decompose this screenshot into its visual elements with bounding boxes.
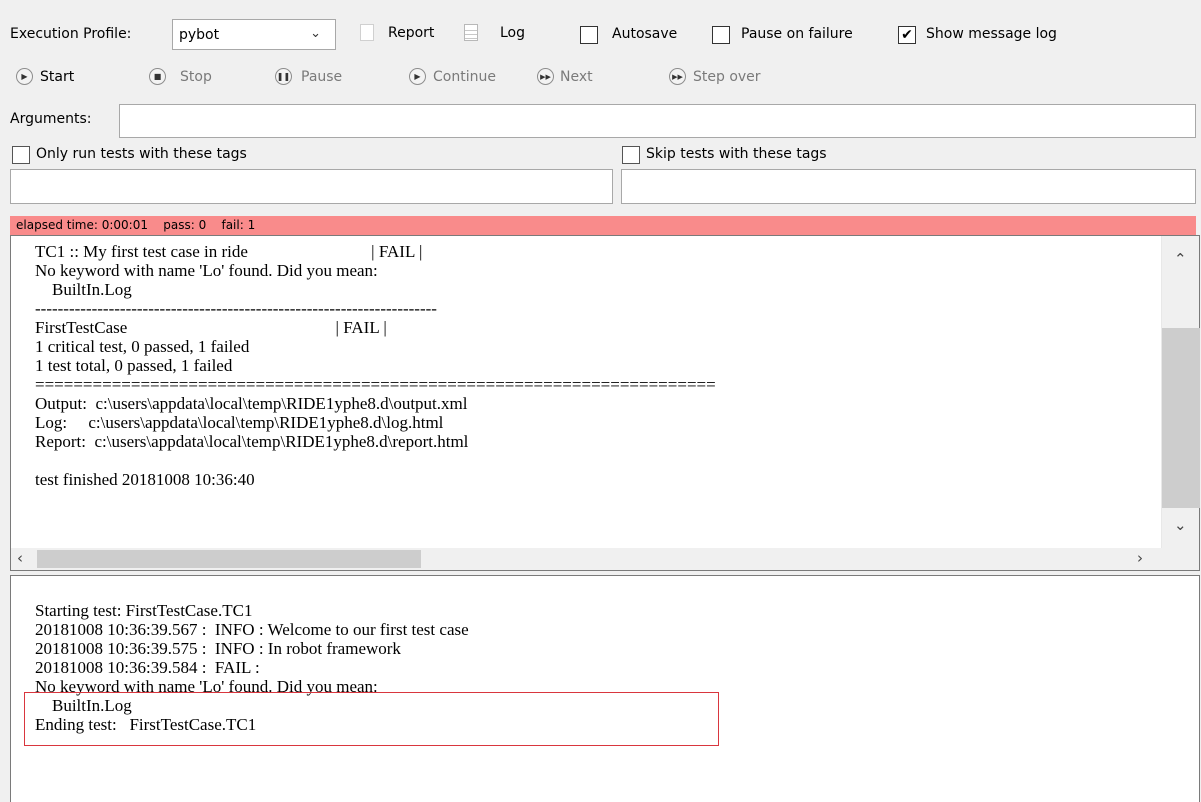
chevron-down-icon: ⌄ [310, 26, 321, 41]
skip-tags-checkbox[interactable] [622, 146, 640, 164]
start-label: Start [40, 69, 75, 85]
play-icon: ▶ [409, 68, 426, 85]
output-vertical-scroll-thumb[interactable] [1162, 328, 1200, 508]
scroll-left-arrow-icon[interactable]: ‹ [17, 549, 23, 567]
stop-button[interactable]: ■ Stop [149, 66, 229, 88]
arguments-input[interactable] [119, 104, 1196, 138]
pause-icon: ❚❚ [275, 68, 292, 85]
execution-profile-value: pybot [179, 26, 220, 43]
fast-forward-icon: ▶▶ [537, 68, 554, 85]
skip-tags-input[interactable] [621, 169, 1196, 204]
skip-tags-label: Skip tests with these tags [646, 146, 827, 162]
pause-on-failure-label: Pause on failure [741, 26, 853, 42]
scroll-up-arrow-icon[interactable]: ⌃ [1174, 250, 1187, 268]
next-label: Next [560, 69, 593, 85]
pause-on-failure-checkbox[interactable] [712, 26, 730, 44]
start-button[interactable]: ▶ Start [16, 66, 106, 88]
arguments-label: Arguments: [10, 111, 92, 127]
execution-profile-label: Execution Profile: [10, 26, 132, 42]
log-link[interactable]: Log [500, 25, 525, 41]
only-run-tags-input[interactable] [10, 169, 613, 204]
output-vertical-scrollbar[interactable]: ⌃ ⌄ [1161, 236, 1200, 550]
step-over-label: Step over [693, 69, 761, 85]
checkmark-icon: ✔ [901, 27, 913, 43]
stop-label: Stop [180, 69, 212, 85]
output-pane[interactable]: TC1 :: My first test case in ride | FAIL… [10, 235, 1200, 571]
log-icon [464, 24, 478, 41]
message-log-pane[interactable]: Starting test: FirstTestCase.TC1 2018100… [10, 575, 1200, 802]
output-horizontal-scrollbar[interactable]: ‹ › [11, 548, 1199, 570]
autosave-label: Autosave [612, 26, 678, 42]
autosave-checkbox[interactable] [580, 26, 598, 44]
output-horizontal-scroll-thumb[interactable] [37, 550, 421, 568]
execution-profile-select[interactable]: pybot ⌄ [172, 19, 336, 50]
pause-button[interactable]: ❚❚ Pause [275, 66, 365, 88]
report-icon [360, 24, 374, 41]
only-run-tags-checkbox[interactable] [12, 146, 30, 164]
fast-forward-icon: ▶▶ [669, 68, 686, 85]
status-text: elapsed time: 0:00:01 pass: 0 fail: 1 [16, 218, 256, 232]
error-highlight-box [24, 692, 719, 746]
scroll-right-arrow-icon[interactable]: › [1137, 549, 1143, 567]
only-run-tags-label: Only run tests with these tags [36, 146, 247, 162]
scroll-down-arrow-icon[interactable]: ⌄ [1174, 516, 1187, 534]
continue-label: Continue [433, 69, 496, 85]
play-icon: ▶ [16, 68, 33, 85]
step-over-button[interactable]: ▶▶ Step over [669, 66, 789, 88]
report-link[interactable]: Report [388, 25, 434, 41]
show-message-log-label: Show message log [926, 26, 1057, 42]
output-text: TC1 :: My first test case in ride | FAIL… [35, 242, 716, 489]
continue-button[interactable]: ▶ Continue [409, 66, 529, 88]
next-button[interactable]: ▶▶ Next [537, 66, 627, 88]
stop-icon: ■ [149, 68, 166, 85]
show-message-log-checkbox[interactable]: ✔ [898, 26, 916, 44]
pause-label: Pause [301, 69, 343, 85]
status-bar: elapsed time: 0:00:01 pass: 0 fail: 1 [10, 216, 1196, 235]
